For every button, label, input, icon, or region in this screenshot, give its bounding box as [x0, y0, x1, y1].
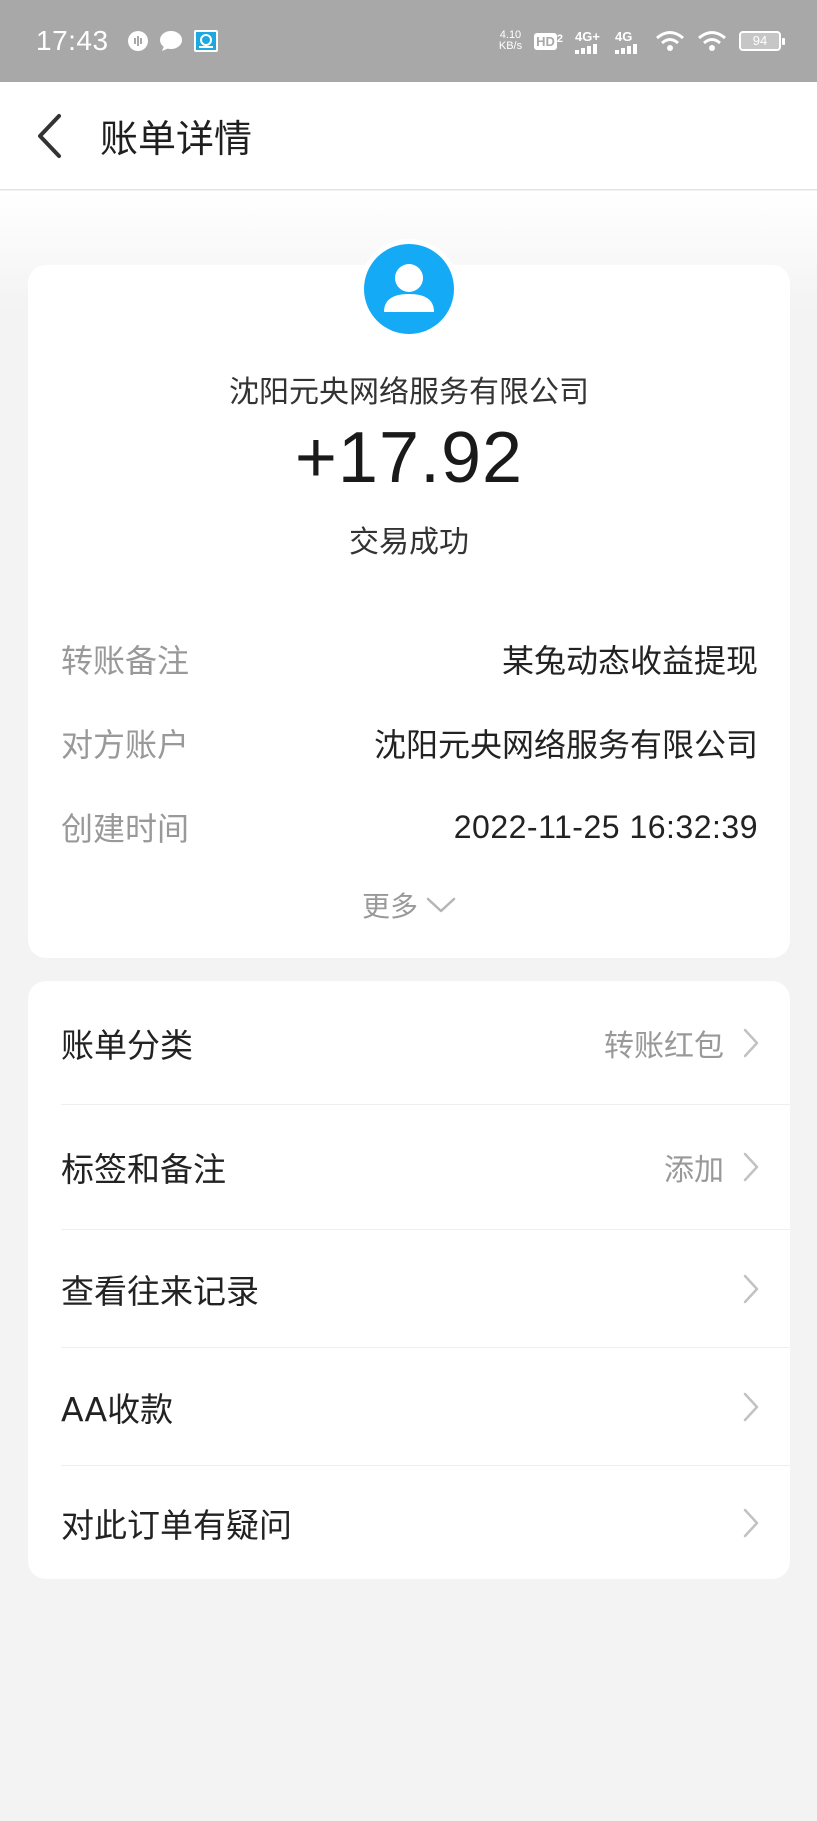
detail-value: 2022-11-25 16:32:39 [453, 808, 758, 845]
bill-actions-card: 账单分类 转账红包 标签和备注 添加 查看往来记录 AA收款 对此订单有疑问 [28, 981, 790, 1579]
status-bar: 17:43 4.10 KB/s HD 2 4G+ 4G 94 [0, 0, 817, 82]
battery-icon: 94 [739, 31, 785, 51]
more-label: 更多 [361, 890, 418, 923]
list-item-bill-category[interactable]: 账单分类 转账红包 [61, 981, 790, 1105]
back-button[interactable] [0, 82, 100, 190]
signal-2: 4G [615, 29, 643, 54]
more-button[interactable]: 更多 [28, 885, 790, 925]
chevron-right-icon [743, 1028, 759, 1057]
hd-indicator: HD 2 [534, 32, 563, 50]
avatar-ring [359, 239, 459, 339]
app-icon [193, 30, 218, 52]
net-speed: 4.10 KB/s [498, 29, 523, 52]
detail-label: 对方账户 [61, 726, 190, 764]
detail-row-remark: 转账备注 某兔动态收益提现 [61, 635, 758, 683]
list-item-history[interactable]: 查看往来记录 [61, 1230, 790, 1348]
detail-label: 转账备注 [61, 642, 190, 680]
chevron-left-icon [38, 113, 61, 158]
merchant-name: 沈阳元央网络服务有限公司 [229, 375, 589, 410]
detail-row-account: 对方账户 沈阳元央网络服务有限公司 [61, 719, 758, 767]
detail-label: 创建时间 [61, 810, 190, 848]
status-notification-icons [127, 29, 219, 53]
signal-icon [615, 43, 637, 54]
chevron-right-icon [743, 1392, 759, 1421]
chevron-right-icon [743, 1152, 759, 1182]
avatar[interactable] [364, 244, 454, 334]
detail-row-created-time: 创建时间 2022-11-25 16:32:39 [61, 803, 758, 851]
list-item-value: 转账红包 [604, 1028, 724, 1064]
list-item-label: 对此订单有疑问 [61, 1505, 292, 1545]
list-item-value: 添加 [664, 1153, 724, 1188]
list-item-label: 标签和备注 [61, 1150, 226, 1189]
chevron-down-icon [426, 897, 456, 913]
voice-icon [127, 31, 148, 51]
status-time: 17:43 [36, 25, 109, 56]
list-item-tags-notes[interactable]: 标签和备注 添加 [61, 1105, 790, 1230]
detail-value: 沈阳元央网络服务有限公司 [373, 726, 758, 764]
signal-icon [575, 43, 597, 54]
chat-icon [159, 31, 182, 51]
list-item-order-question[interactable]: 对此订单有疑问 [61, 1466, 790, 1579]
wifi-icon [656, 31, 684, 51]
detail-value: 某兔动态收益提现 [501, 642, 758, 680]
status-system-icons: 4.10 KB/s HD 2 4G+ 4G 94 [498, 29, 785, 54]
nav-bar: 账单详情 [0, 82, 817, 190]
page-title: 账单详情 [100, 117, 253, 161]
wifi-icon [698, 31, 726, 51]
chevron-right-icon [743, 1274, 759, 1303]
bill-summary-card: 沈阳元央网络服务有限公司 +17.92 交易成功 转账备注 某兔动态收益提现 对… [28, 239, 790, 958]
signal-1: 4G+ [575, 29, 603, 54]
transaction-amount: +17.92 [294, 418, 524, 498]
transaction-status: 交易成功 [349, 525, 469, 560]
list-item-aa-collection[interactable]: AA收款 [61, 1348, 790, 1466]
list-item-label: AA收款 [61, 1389, 174, 1429]
list-item-label: 账单分类 [61, 1025, 193, 1065]
chevron-right-icon [743, 1508, 759, 1537]
list-item-label: 查看往来记录 [61, 1271, 259, 1311]
user-icon [384, 264, 434, 312]
